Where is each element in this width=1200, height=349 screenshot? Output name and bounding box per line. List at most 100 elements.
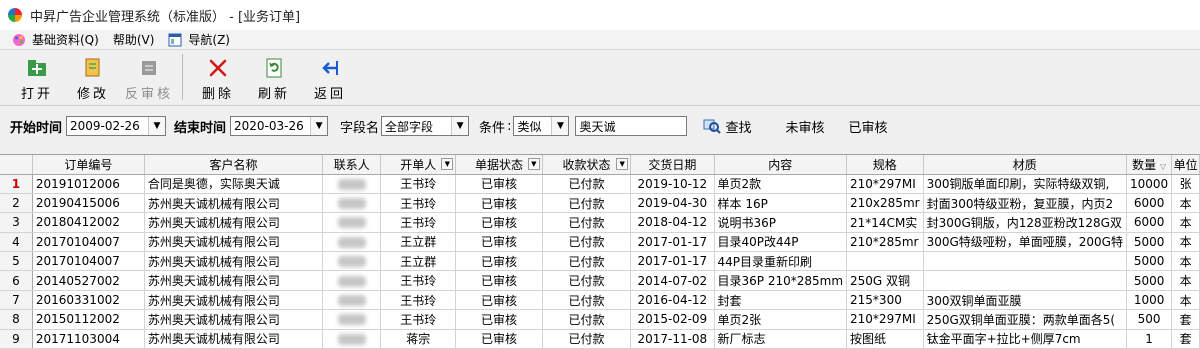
table-cell[interactable]: 已付款 xyxy=(542,174,632,194)
menu-help[interactable]: 帮助(V) xyxy=(113,31,155,48)
open-button[interactable]: 打开 xyxy=(10,54,64,102)
table-cell[interactable]: 2017-11-08 xyxy=(630,329,715,349)
table-row[interactable]: 6 20140527002 苏州奥天诚机械有限公司 王书玲 已审核 已付款 2014-07-… xyxy=(0,270,1200,291)
table-cell[interactable] xyxy=(846,251,924,272)
table-cell[interactable]: 已付款 xyxy=(542,270,632,291)
table-cell[interactable]: 2018-04-12 xyxy=(630,212,715,233)
table-cell[interactable]: 210*297MI xyxy=(846,309,924,330)
row-number[interactable]: 8 xyxy=(0,309,33,330)
chevron-down-icon[interactable]: ▼ xyxy=(451,117,469,135)
table-cell[interactable]: 苏州奥天诚机械有限公司 xyxy=(144,309,324,330)
table-cell[interactable]: 封套 xyxy=(714,290,848,311)
table-cell[interactable]: 已付款 xyxy=(542,309,632,330)
table-cell[interactable]: 蒋宗 xyxy=(380,329,457,349)
row-number[interactable]: 3 xyxy=(0,212,33,233)
table-cell[interactable]: 单页2款 xyxy=(714,174,848,194)
column-header[interactable]: 客户名称 xyxy=(144,155,324,175)
table-cell[interactable]: 5000 xyxy=(1126,270,1173,291)
table-cell[interactable]: 封面300特级亚粉，复亚膜，内页2 xyxy=(923,193,1128,214)
table-row[interactable]: 4 20170104007 苏州奥天诚机械有限公司 王立群 已审核 已付款 2017-01-… xyxy=(0,232,1200,253)
menu-basic-data[interactable]: 基础资料(Q) xyxy=(12,31,99,48)
contact-cell[interactable] xyxy=(322,270,382,291)
table-cell[interactable]: 300铜版单面印刷，实际特级双铜, xyxy=(923,174,1128,194)
table-cell[interactable]: 王立群 xyxy=(380,251,457,272)
table-cell[interactable]: 5000 xyxy=(1126,251,1173,272)
table-cell[interactable]: 苏州奥天诚机械有限公司 xyxy=(144,329,324,349)
table-cell[interactable]: 已付款 xyxy=(542,251,632,272)
table-cell[interactable]: 本 xyxy=(1171,193,1200,214)
edit-button[interactable]: 修改 xyxy=(66,54,120,102)
table-cell[interactable]: 2014-07-02 xyxy=(630,270,715,291)
row-number[interactable]: 9 xyxy=(0,329,33,349)
table-cell[interactable]: 20160331002 xyxy=(32,290,145,311)
chevron-down-icon[interactable]: ▼ xyxy=(148,117,166,135)
table-cell[interactable]: 2016-04-12 xyxy=(630,290,715,311)
table-cell[interactable]: 苏州奥天诚机械有限公司 xyxy=(144,193,324,214)
column-header[interactable]: 联系人 xyxy=(322,155,382,175)
column-header[interactable]: 数量 ▽ xyxy=(1126,155,1173,175)
unapproved-filter[interactable]: 未审核 xyxy=(785,117,824,136)
table-cell[interactable]: 按图纸 xyxy=(846,329,924,349)
table-cell[interactable]: 2017-01-17 xyxy=(630,232,715,253)
row-number[interactable]: 7 xyxy=(0,290,33,311)
table-cell[interactable] xyxy=(923,251,1128,272)
table-cell[interactable]: 王书玲 xyxy=(380,193,457,214)
contact-cell[interactable] xyxy=(322,309,382,330)
table-cell[interactable]: 1 xyxy=(1126,329,1173,349)
table-cell[interactable]: 张 xyxy=(1171,174,1200,194)
table-cell[interactable]: 20170104007 xyxy=(32,232,145,253)
contact-cell[interactable] xyxy=(322,193,382,214)
filter-dropdown-icon[interactable]: ▼ xyxy=(527,158,540,170)
table-cell[interactable]: 已审核 xyxy=(455,174,543,194)
table-cell[interactable]: 10000 xyxy=(1126,174,1173,194)
table-cell[interactable]: 王书玲 xyxy=(380,290,457,311)
table-cell[interactable]: 2019-04-30 xyxy=(630,193,715,214)
table-cell[interactable]: 215*300 xyxy=(846,290,924,311)
contact-cell[interactable] xyxy=(322,212,382,233)
table-cell[interactable]: 已付款 xyxy=(542,193,632,214)
table-cell[interactable]: 王书玲 xyxy=(380,212,457,233)
table-cell[interactable]: 苏州奥天诚机械有限公司 xyxy=(144,270,324,291)
chevron-down-icon[interactable]: ▼ xyxy=(551,117,569,135)
table-cell[interactable]: 本 xyxy=(1171,270,1200,291)
table-cell[interactable]: 6000 xyxy=(1126,212,1173,233)
filter-dropdown-icon[interactable]: ▼ xyxy=(441,158,454,170)
delete-button[interactable]: 删除 xyxy=(191,54,245,102)
table-cell[interactable]: 44P目录重新印刷 xyxy=(714,251,848,272)
table-cell[interactable]: 210x285mr xyxy=(846,193,924,214)
table-cell[interactable]: 已付款 xyxy=(542,290,632,311)
contact-cell[interactable] xyxy=(322,290,382,311)
end-date-picker[interactable]: 2020-03-26 ▼ xyxy=(230,116,329,136)
column-header[interactable]: 订单编号 xyxy=(32,155,145,175)
table-cell[interactable]: 封300G铜版，内128亚粉改128G双 xyxy=(923,212,1128,233)
table-cell[interactable]: 已审核 xyxy=(455,193,543,214)
table-cell[interactable]: 1000 xyxy=(1126,290,1173,311)
table-cell[interactable]: 已付款 xyxy=(542,212,632,233)
table-cell[interactable]: 210*297MI xyxy=(846,174,924,194)
table-cell[interactable]: 已审核 xyxy=(455,270,543,291)
column-header[interactable]: 开单人 ▼ xyxy=(380,155,457,175)
row-number[interactable]: 6 xyxy=(0,270,33,291)
table-cell[interactable]: 目录40P改44P xyxy=(714,232,848,253)
contact-cell[interactable] xyxy=(322,251,382,272)
table-cell[interactable]: 已付款 xyxy=(542,329,632,349)
table-cell[interactable]: 说明书36P xyxy=(714,212,848,233)
table-cell[interactable] xyxy=(923,270,1128,291)
table-cell[interactable]: 300双铜单面亚膜 xyxy=(923,290,1128,311)
table-cell[interactable]: 本 xyxy=(1171,290,1200,311)
table-cell[interactable]: 苏州奥天诚机械有限公司 xyxy=(144,212,324,233)
contact-cell[interactable] xyxy=(322,232,382,253)
field-select[interactable]: 全部字段 ▼ xyxy=(381,116,470,136)
table-cell[interactable]: 王书玲 xyxy=(380,270,457,291)
table-row[interactable]: 1 20191012006 合同是奥德，实际奥天诚 王书玲 已审核 已付款 2019-10-… xyxy=(0,174,1200,194)
table-cell[interactable]: 苏州奥天诚机械有限公司 xyxy=(144,290,324,311)
refresh-button[interactable]: 刷新 xyxy=(247,54,301,102)
column-header[interactable]: 交货日期 xyxy=(630,155,715,175)
table-cell[interactable]: 已付款 xyxy=(542,232,632,253)
table-cell[interactable]: 样本 16P xyxy=(714,193,848,214)
table-cell[interactable]: 250G 双铜 xyxy=(846,270,924,291)
table-cell[interactable]: 本 xyxy=(1171,251,1200,272)
table-cell[interactable]: 20180412002 xyxy=(32,212,145,233)
table-cell[interactable]: 21*14CM实 xyxy=(846,212,924,233)
table-cell[interactable]: 6000 xyxy=(1126,193,1173,214)
